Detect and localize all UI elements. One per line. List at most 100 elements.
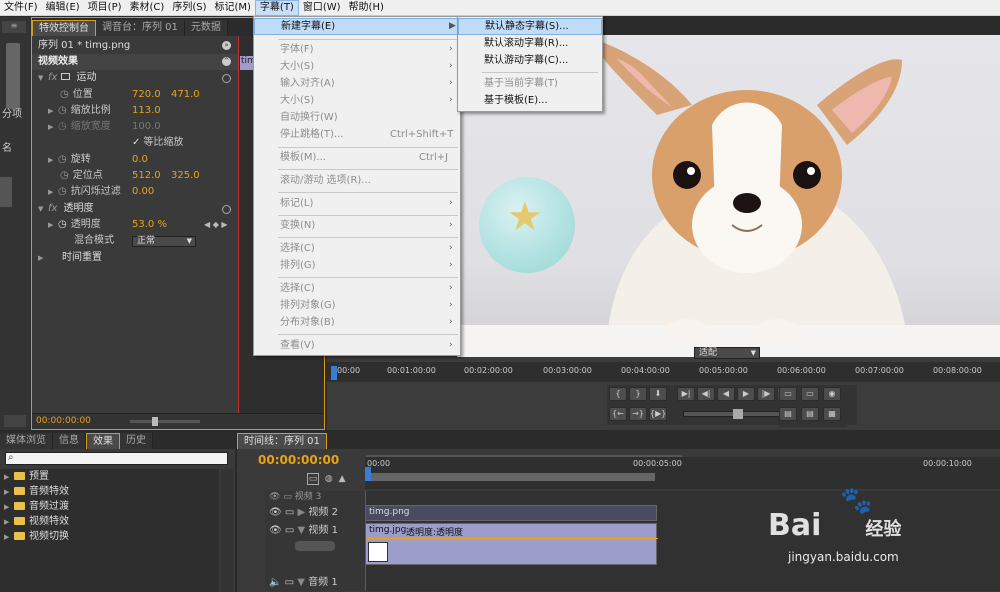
set-marker-button[interactable]: ⬇ — [649, 387, 667, 401]
submenu-item-default-roll[interactable]: 默认滚动字幕(R)... — [458, 35, 568, 52]
anchor-y[interactable]: 325.0 — [171, 168, 200, 184]
menu-help[interactable]: 帮助(H) — [345, 0, 388, 16]
play-reverse-button[interactable]: ◀ — [717, 387, 735, 401]
fx-icon[interactable]: fx — [48, 72, 57, 83]
opacity-value[interactable]: 53.0 % — [132, 217, 167, 233]
time-remap-row[interactable]: ▶ 时间重置 — [38, 250, 102, 266]
menu-edit[interactable]: 编辑(E) — [42, 0, 84, 16]
track-v2[interactable]: 👁 ▭ ▶ 视频 2 — [269, 505, 338, 521]
position-x[interactable]: 720.0 — [132, 87, 161, 103]
expand-triangle-icon[interactable]: ▼ — [297, 577, 305, 588]
mark-out-button[interactable]: } — [629, 387, 647, 401]
eye-icon[interactable]: 👁 — [269, 492, 280, 502]
tab-effect-controls[interactable]: 特效控制台 — [32, 20, 96, 36]
expand-triangle-icon[interactable]: ▼ — [38, 70, 48, 86]
submenu-item-default-crawl[interactable]: 默认游动字幕(C)... — [458, 52, 568, 69]
timeline-timecode[interactable]: 00:00:00:00 — [258, 453, 339, 467]
speaker-icon[interactable]: 🔈 — [269, 577, 281, 588]
menu-sequence[interactable]: 序列(S) — [168, 0, 210, 16]
step-forward-button[interactable]: |▶ — [757, 387, 775, 401]
export-frame-icon[interactable]: ◉ — [823, 387, 841, 401]
antiflicker-value[interactable]: 0.00 — [132, 184, 154, 200]
stopwatch-active-icon[interactable]: ◷ — [58, 219, 67, 230]
snap-icon[interactable]: ▭ — [307, 473, 319, 485]
opacity-rubberband[interactable] — [366, 538, 658, 539]
menu-title[interactable]: 字幕(T) — [254, 0, 299, 16]
expand-triangle-icon[interactable]: ▶ — [48, 184, 58, 200]
mark-in-button[interactable]: { — [609, 387, 627, 401]
menu-window[interactable]: 窗口(W) — [299, 0, 345, 16]
menu-marker[interactable]: 标记(M) — [210, 0, 254, 16]
anchor-x[interactable]: 512.0 — [132, 168, 161, 184]
tab-history[interactable]: 历史 — [120, 433, 153, 449]
scale-value[interactable]: 113.0 — [132, 103, 161, 119]
stopwatch-icon[interactable]: ◷ — [58, 105, 67, 116]
expand-triangle-icon[interactable]: ▶ — [4, 499, 14, 515]
list-item[interactable]: ▶ 预置 — [4, 469, 49, 485]
keyframe-nav-icon[interactable]: ◀ ◆ ▶ — [204, 217, 228, 233]
expand-triangle-icon[interactable]: ▶ — [48, 152, 58, 168]
eye-icon[interactable]: 👁 — [269, 507, 282, 518]
effect-timecode[interactable]: 00:00:00:00 — [36, 416, 91, 426]
strip-scroll[interactable] — [0, 177, 12, 207]
effects-scrollbar[interactable] — [221, 469, 233, 592]
program-playhead[interactable] — [331, 366, 337, 380]
multicam-icon[interactable]: ▦ — [823, 407, 841, 421]
rotation-value[interactable]: 0.0 — [132, 152, 148, 168]
tab-timeline-sequence[interactable]: 时间线：序列 01 — [237, 433, 327, 449]
position-y[interactable]: 471.0 — [171, 87, 200, 103]
expand-triangle-icon[interactable]: ▶ — [298, 507, 306, 518]
list-item[interactable]: ▶ 视频切换 — [4, 529, 69, 545]
play-button[interactable]: ▶ — [737, 387, 755, 401]
strip-view-toggle[interactable] — [4, 415, 26, 427]
stopwatch-icon[interactable]: ◷ — [58, 154, 67, 165]
expand-triangle-icon[interactable]: ▶ — [4, 514, 14, 530]
program-ruler[interactable]: 00:00 00:01:00:00 00:02:00:00 00:03:00:0… — [327, 362, 1000, 382]
track-a1[interactable]: 🔈 ▭ ▼ 音频 1 — [269, 575, 338, 591]
motion-transform-icon[interactable] — [61, 73, 71, 80]
trim-icon[interactable]: ▤ — [779, 407, 797, 421]
stopwatch-icon[interactable]: ◷ — [60, 89, 69, 100]
stopwatch-icon[interactable]: ◷ — [60, 170, 69, 181]
zoom-slider[interactable] — [130, 420, 200, 423]
reset-icon[interactable] — [222, 74, 231, 83]
source-nav-icon[interactable]: » — [222, 41, 231, 50]
reset-icon[interactable] — [222, 205, 231, 214]
tab-effects[interactable]: 效果 — [86, 433, 120, 449]
clip-v1[interactable]: timg.jpg 透明度:透明度 — [365, 523, 658, 565]
fx-icon[interactable]: fx — [48, 203, 57, 214]
step-back-button[interactable]: ◀| — [697, 387, 715, 401]
track-v1[interactable]: 👁 ▭ ▼ 视频 1 — [269, 523, 338, 539]
panel-menu-icon[interactable]: ≡ — [2, 21, 26, 33]
tab-metadata[interactable]: 元数据 — [184, 20, 228, 36]
eye-icon[interactable]: 👁 — [269, 525, 282, 536]
track-v3[interactable]: 👁 ▭ 视频 3 — [269, 491, 321, 503]
menu-project[interactable]: 项目(P) — [84, 0, 126, 16]
menu-item-new-title[interactable]: 新建字幕(E) — [254, 18, 460, 35]
tab-media-browser[interactable]: 媒体浏览 — [0, 433, 53, 449]
list-item[interactable]: ▶ 音频过渡 — [4, 499, 69, 515]
expand-triangle-icon[interactable]: ▶ — [48, 217, 58, 233]
expand-triangle-icon[interactable]: ▶ — [4, 484, 14, 500]
tab-audio-mixer[interactable]: 调音台：序列 01 — [96, 20, 185, 36]
timeline-playhead[interactable] — [365, 467, 371, 481]
collapse-icon[interactable]: ^ — [222, 57, 231, 66]
list-item[interactable]: ▶ 音频特效 — [4, 484, 69, 500]
stopwatch-icon[interactable]: ◷ — [58, 186, 67, 197]
menu-clip[interactable]: 素材(C) — [126, 0, 169, 16]
work-area-range[interactable] — [365, 473, 655, 481]
shuttle-handle[interactable] — [733, 409, 743, 419]
expand-triangle-icon[interactable]: ▶ — [38, 250, 48, 266]
blend-mode-select[interactable]: 正常 ▼ — [132, 236, 196, 247]
expand-triangle-icon[interactable]: ▼ — [298, 525, 306, 536]
go-to-in-button[interactable]: ▶| — [677, 387, 695, 401]
tab-info[interactable]: 信息 — [53, 433, 86, 449]
play-in-out-icon[interactable]: {▶} — [649, 407, 667, 421]
overlay-icon[interactable]: ▤ — [801, 407, 819, 421]
menu-file[interactable]: 文件(F) — [0, 0, 42, 16]
keyframe-icon[interactable]: ▲ — [339, 474, 346, 484]
marker-icon[interactable]: ◍ — [325, 474, 333, 484]
submenu-item-based-on-template[interactable]: 基于模板(E)... — [458, 92, 548, 109]
opacity-group-row[interactable]: ▼ fx 透明度 — [38, 201, 93, 217]
checkbox-checked-icon[interactable]: ✓ — [132, 137, 140, 148]
